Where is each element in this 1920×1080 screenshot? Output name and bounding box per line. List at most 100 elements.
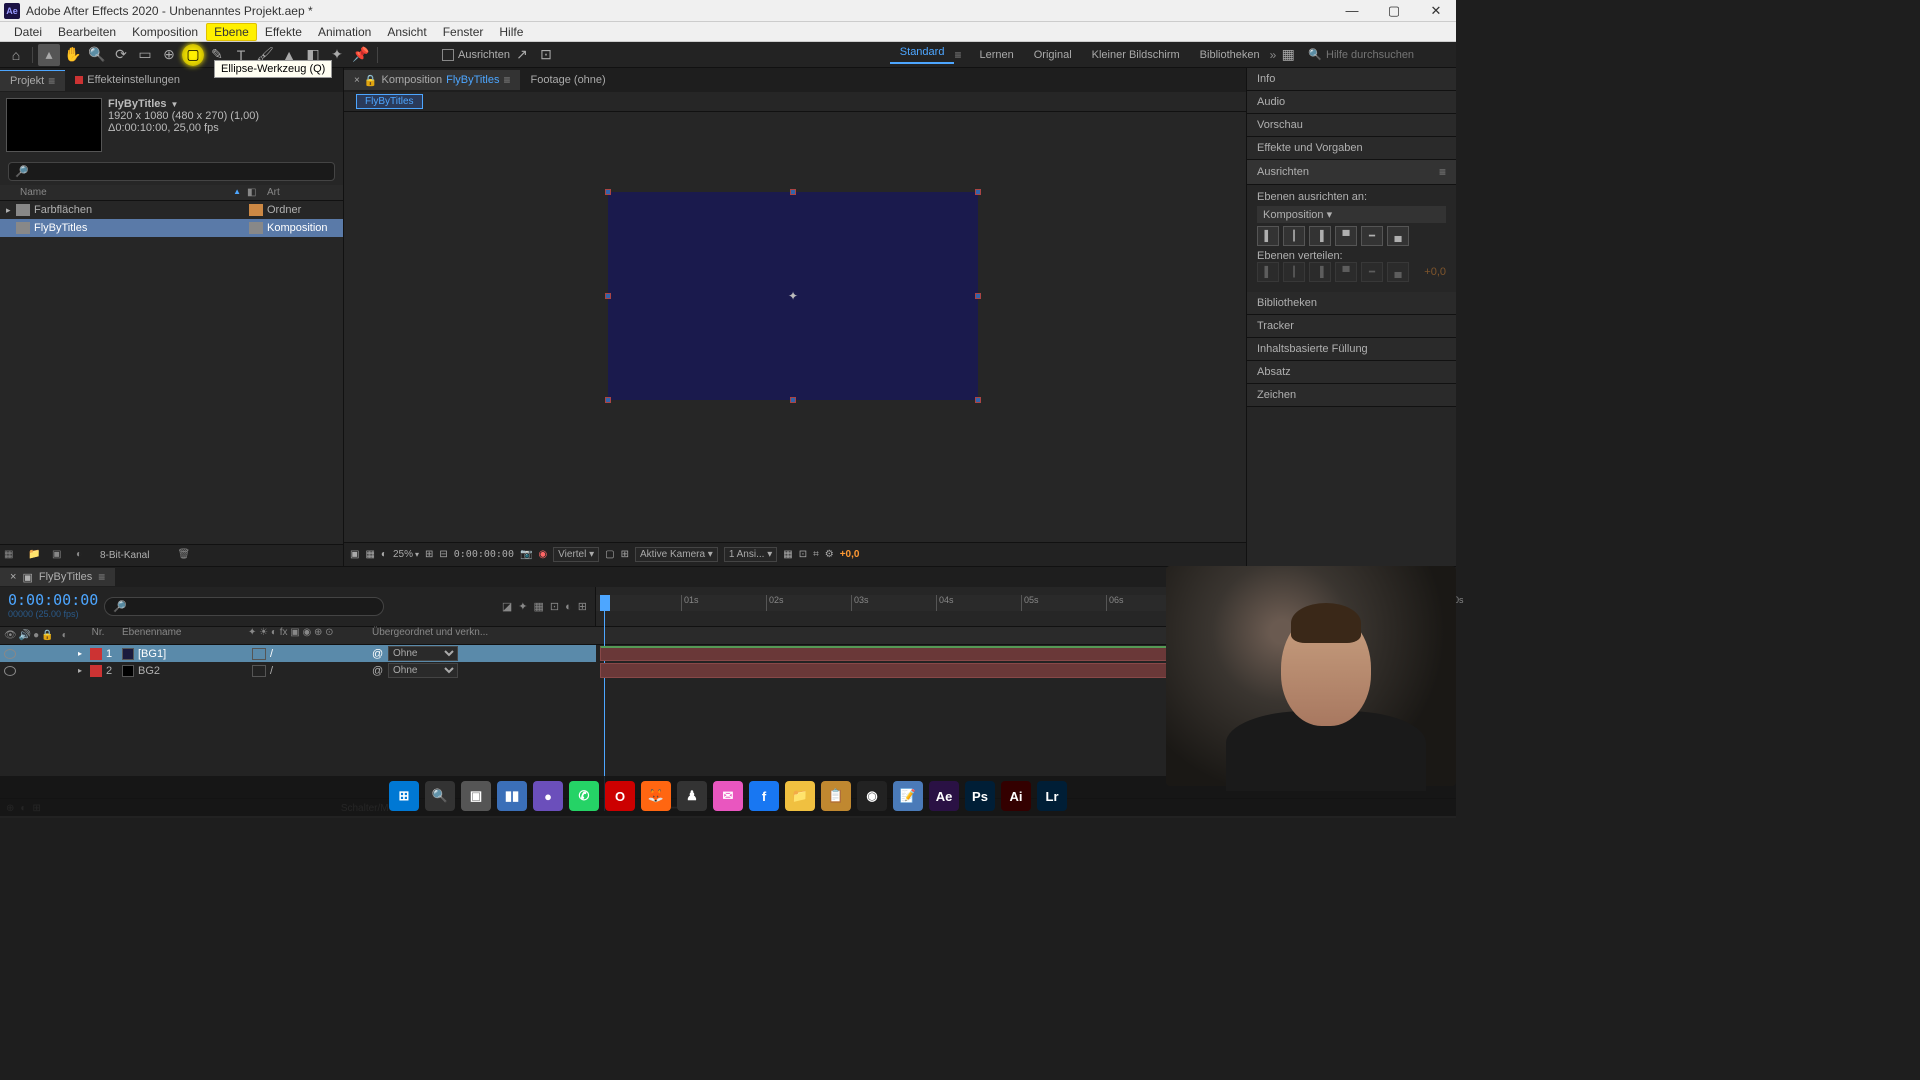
col-header-name[interactable]: Name [6, 187, 233, 198]
home-tool[interactable]: ⌂ [5, 44, 27, 66]
always-preview-icon[interactable]: ▣ [350, 549, 359, 560]
snap-more-icon[interactable]: ⊡ [535, 44, 557, 66]
interpret-icon[interactable]: ▦ [4, 549, 20, 563]
comp-name-label[interactable]: FlyByTitles▼ [108, 98, 337, 110]
menu-ebene[interactable]: Ebene [206, 23, 257, 41]
project-search[interactable]: 🔎 [8, 162, 335, 181]
menu-hilfe[interactable]: Hilfe [491, 23, 531, 41]
taskbar-app[interactable]: ◉ [857, 781, 887, 811]
grid-icon[interactable]: ⊞ [621, 549, 629, 560]
taskbar-app[interactable]: f [749, 781, 779, 811]
trash-icon[interactable]: 🗑 [177, 549, 193, 563]
zoom-tool[interactable]: 🔍 [86, 44, 108, 66]
av-eye-icon[interactable]: 👁 [4, 630, 17, 641]
align-bottom-icon[interactable]: ▄ [1387, 226, 1409, 246]
pan-behind-tool[interactable]: ⊕ [158, 44, 180, 66]
align-left-icon[interactable]: ▌ [1257, 226, 1279, 246]
panel-paragraph[interactable]: Absatz [1247, 361, 1456, 384]
tab-composition[interactable]: × 🔒 Komposition FlyByTitles ≡ [344, 70, 520, 90]
comp-mini-1-icon[interactable]: ◪ [502, 600, 512, 613]
taskbar-app[interactable]: ♟ [677, 781, 707, 811]
av-speaker-icon[interactable]: 🔊 [19, 630, 31, 641]
exposure-value[interactable]: +0,0 [840, 549, 860, 560]
shape-tool[interactable]: ▢ [182, 44, 204, 66]
panel-preview[interactable]: Vorschau [1247, 114, 1456, 137]
comp-flow-icon[interactable]: ⚙ [825, 549, 834, 560]
comp-thumbnail[interactable] [6, 98, 102, 152]
panel-character[interactable]: Zeichen [1247, 384, 1456, 407]
panel-effects[interactable]: Effekte und Vorgaben [1247, 137, 1456, 160]
zoom-select[interactable]: 25% ▾ [393, 549, 419, 560]
project-row[interactable]: ▸FarbflächenOrdner [0, 201, 343, 219]
menu-effekte[interactable]: Effekte [257, 23, 310, 41]
menu-komposition[interactable]: Komposition [124, 23, 206, 41]
transparency-icon[interactable]: ▦ [365, 549, 374, 560]
taskbar-app[interactable]: ✆ [569, 781, 599, 811]
align-right-icon[interactable]: ▐ [1309, 226, 1331, 246]
align-top-icon[interactable]: ▀ [1335, 226, 1357, 246]
composition-viewer[interactable]: ✦ [344, 112, 1246, 542]
close-button[interactable]: ✕ [1424, 3, 1448, 19]
layer-row[interactable]: ▸1[BG1]/@Ohne [0, 645, 596, 662]
taskbar-app[interactable]: ▣ [461, 781, 491, 811]
timeline-icon[interactable]: ⌗ [813, 549, 819, 560]
taskbar-app[interactable]: ✉ [713, 781, 743, 811]
mask-icon[interactable]: ◐ [381, 549, 387, 560]
views-select[interactable]: 1 Ansi... ▾ [724, 547, 777, 562]
menu-datei[interactable]: Datei [6, 23, 50, 41]
snapshot-icon[interactable]: 📷 [520, 549, 532, 560]
viewer-timecode[interactable]: 0:00:00:00 [454, 549, 514, 560]
close-tab-icon[interactable]: × [354, 75, 360, 86]
panel-libraries[interactable]: Bibliotheken [1247, 292, 1456, 315]
panel-info[interactable]: Info [1247, 68, 1456, 91]
panel-align[interactable]: Ausrichten≡ [1247, 160, 1456, 185]
selection-tool[interactable]: ▴ [38, 44, 60, 66]
comp-mini-3-icon[interactable]: ▦ [534, 600, 544, 613]
tab-project[interactable]: Projekt≡ [0, 70, 65, 91]
new-comp-icon[interactable]: ▣ [52, 549, 68, 563]
timeline-tab[interactable]: × ▣ FlyByTitles ≡ [0, 568, 115, 586]
roi-icon[interactable]: ▢ [605, 549, 614, 560]
taskbar-app[interactable]: O [605, 781, 635, 811]
panel-audio[interactable]: Audio [1247, 91, 1456, 114]
taskbar-app[interactable]: Ai [1001, 781, 1031, 811]
new-folder-icon[interactable]: 📁 [28, 549, 44, 563]
timeline-search[interactable]: 🔎 [104, 597, 384, 616]
fast-prev-icon[interactable]: ⊡ [799, 549, 807, 560]
align-vcenter-icon[interactable]: ━ [1361, 226, 1383, 246]
taskbar-app[interactable]: Ae [929, 781, 959, 811]
help-search-input[interactable] [1326, 49, 1446, 61]
workspace-overflow-icon[interactable]: » [1270, 48, 1277, 62]
workspace-original[interactable]: Original [1024, 49, 1082, 61]
depth-icon[interactable]: ◐ [76, 549, 92, 563]
res-full-icon[interactable]: ⊞ [425, 549, 433, 560]
taskbar-app[interactable]: ▮▮ [497, 781, 527, 811]
taskbar-app[interactable]: 🦊 [641, 781, 671, 811]
playhead[interactable] [600, 595, 610, 611]
res-half-icon[interactable]: ⊟ [439, 549, 447, 560]
resolution-select[interactable]: Viertel ▾ [553, 547, 599, 562]
channel-icon[interactable]: ◉ [538, 549, 547, 560]
help-search[interactable]: 🔍 [1308, 48, 1446, 61]
menu-bearbeiten[interactable]: Bearbeiten [50, 23, 124, 41]
shy-icon[interactable]: ◐ [62, 630, 68, 641]
rotation-tool[interactable]: ▭ [134, 44, 156, 66]
camera-select[interactable]: Aktive Kamera ▾ [635, 547, 718, 562]
close-tl-tab-icon[interactable]: × [10, 571, 16, 583]
taskbar-app[interactable]: ⊞ [389, 781, 419, 811]
av-lock-icon[interactable]: 🔒 [41, 630, 53, 641]
tab-effect-controls[interactable]: Effekteinstellungen [65, 71, 190, 89]
timeline-timecode[interactable]: 0:00:00:00 [8, 591, 92, 609]
comp-mini-5-icon[interactable]: ◐ [565, 601, 572, 613]
panel-tracker[interactable]: Tracker [1247, 315, 1456, 338]
label-header-icon[interactable]: ◧ [247, 187, 267, 198]
taskbar-app[interactable]: 📋 [821, 781, 851, 811]
taskbar-app[interactable]: Lr [1037, 781, 1067, 811]
anchor-point-icon[interactable]: ✦ [786, 289, 800, 303]
taskbar-app[interactable]: ● [533, 781, 563, 811]
orbit-tool[interactable]: ⟳ [110, 44, 132, 66]
av-solo-icon[interactable]: ● [33, 630, 39, 641]
workspace-bibliotheken[interactable]: Bibliotheken [1190, 49, 1270, 61]
taskbar-app[interactable]: 📝 [893, 781, 923, 811]
puppet-tool[interactable]: 📌 [350, 44, 372, 66]
